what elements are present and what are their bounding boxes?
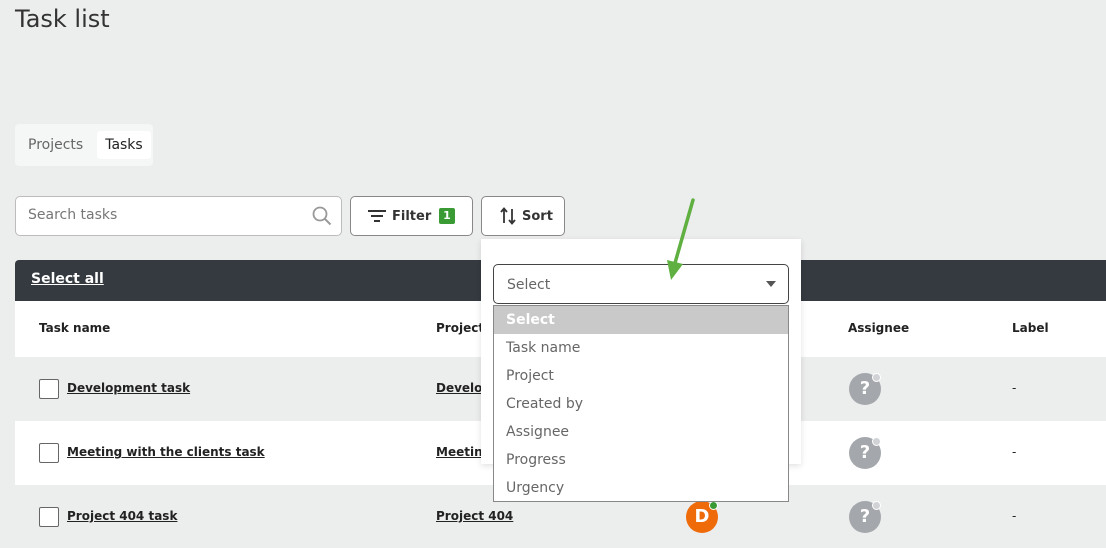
online-status-dot xyxy=(709,501,718,510)
tab-tasks[interactable]: Tasks xyxy=(97,131,151,159)
filter-count-badge: 1 xyxy=(439,208,455,224)
label-value: - xyxy=(1012,381,1017,395)
filter-button[interactable]: Filter 1 xyxy=(350,196,473,236)
status-dot xyxy=(872,501,881,510)
filter-label: Filter xyxy=(392,208,432,224)
task-name-link[interactable]: Project 404 task xyxy=(67,509,177,523)
sort-label: Sort xyxy=(522,208,553,224)
filter-icon xyxy=(368,210,386,222)
unassigned-avatar[interactable]: ? xyxy=(849,437,881,469)
option-task-name[interactable]: Task name xyxy=(494,334,788,362)
task-name-link[interactable]: Development task xyxy=(67,381,190,395)
row-checkbox[interactable] xyxy=(39,379,59,399)
status-dot xyxy=(872,373,881,382)
annotation-arrow-icon xyxy=(667,198,695,280)
option-progress[interactable]: Progress xyxy=(494,446,788,474)
view-tabs: Projects Tasks xyxy=(15,124,153,166)
tab-projects[interactable]: Projects xyxy=(20,131,91,159)
col-assignee[interactable]: Assignee xyxy=(848,321,909,335)
page-title: Task list xyxy=(15,5,110,33)
option-created-by[interactable]: Created by xyxy=(494,390,788,418)
project-link[interactable]: Project 404 xyxy=(436,509,513,523)
creator-avatar[interactable]: D xyxy=(686,501,718,533)
avatar-initial: ? xyxy=(859,378,871,399)
select-value: Select xyxy=(507,277,551,293)
row-checkbox[interactable] xyxy=(39,507,59,527)
sort-field-select[interactable]: Select xyxy=(493,264,789,304)
sort-options-list: Select Task name Project Created by Assi… xyxy=(493,305,789,502)
label-value: - xyxy=(1012,445,1017,459)
row-checkbox[interactable] xyxy=(39,443,59,463)
sort-button[interactable]: Sort xyxy=(481,196,565,236)
option-select[interactable]: Select xyxy=(494,306,788,334)
status-dot xyxy=(872,437,881,446)
option-project[interactable]: Project xyxy=(494,362,788,390)
avatar-initial: ? xyxy=(859,442,871,463)
sort-icon xyxy=(500,207,516,225)
caret-down-icon xyxy=(766,281,776,287)
option-assignee[interactable]: Assignee xyxy=(494,418,788,446)
search-input[interactable] xyxy=(28,207,308,223)
label-value: - xyxy=(1012,509,1017,523)
col-label[interactable]: Label xyxy=(1012,321,1049,335)
search-icon[interactable] xyxy=(312,206,332,226)
select-all-link[interactable]: Select all xyxy=(31,271,104,287)
option-urgency[interactable]: Urgency xyxy=(494,474,788,502)
avatar-initial: ? xyxy=(859,506,871,527)
avatar-initial: D xyxy=(694,506,710,527)
search-box xyxy=(15,196,342,236)
unassigned-avatar[interactable]: ? xyxy=(849,501,881,533)
col-project[interactable]: Project xyxy=(436,321,484,335)
unassigned-avatar[interactable]: ? xyxy=(849,373,881,405)
col-task-name[interactable]: Task name xyxy=(39,321,110,335)
task-name-link[interactable]: Meeting with the clients task xyxy=(67,445,265,459)
